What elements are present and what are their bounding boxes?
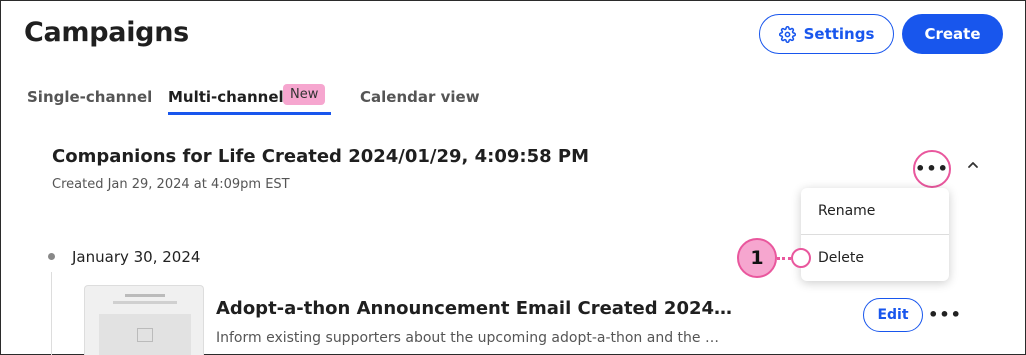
callout-connector xyxy=(777,257,791,260)
email-more-actions-button[interactable]: ••• xyxy=(928,305,961,325)
edit-button[interactable]: Edit xyxy=(863,298,923,332)
step-callout: 1 xyxy=(737,238,777,278)
timeline-date: January 30, 2024 xyxy=(72,248,201,266)
page-title: Campaigns xyxy=(24,17,189,48)
callout-target-ring xyxy=(791,248,811,268)
menu-divider xyxy=(801,234,949,235)
campaign-created-meta: Created Jan 29, 2024 at 4:09pm EST xyxy=(52,177,290,192)
email-thumbnail[interactable] xyxy=(84,285,204,355)
campaign-title: Companions for Life Created 2024/01/29, … xyxy=(52,146,590,167)
email-description: Inform existing supporters about the upc… xyxy=(216,330,719,346)
settings-button-label: Settings xyxy=(803,25,875,43)
timeline-line xyxy=(51,272,52,355)
chevron-up-icon[interactable] xyxy=(966,158,980,172)
new-badge: New xyxy=(283,84,326,105)
email-title[interactable]: Adopt-a-thon Announcement Email Created … xyxy=(216,298,732,319)
active-tab-indicator xyxy=(168,112,331,115)
timeline-dot xyxy=(48,253,55,260)
settings-button[interactable]: Settings xyxy=(759,14,894,54)
tab-multi-channel[interactable]: Multi-channel xyxy=(168,88,284,106)
menu-item-delete[interactable]: Delete xyxy=(818,250,864,266)
tab-calendar-view[interactable]: Calendar view xyxy=(360,88,480,106)
thumbnail-heading-bar xyxy=(113,301,177,304)
thumbnail-logo-bar xyxy=(125,294,165,297)
campaign-more-actions-button[interactable]: ••• xyxy=(913,150,951,188)
tab-single-channel[interactable]: Single-channel xyxy=(27,88,152,106)
actions-dropdown-menu: Rename Delete xyxy=(801,188,949,281)
more-horizontal-icon: ••• xyxy=(915,159,949,178)
gear-icon xyxy=(778,25,796,43)
create-button[interactable]: Create xyxy=(902,14,1003,54)
more-horizontal-icon: ••• xyxy=(928,305,962,324)
menu-item-rename[interactable]: Rename xyxy=(818,203,875,219)
image-placeholder-icon xyxy=(137,328,153,342)
